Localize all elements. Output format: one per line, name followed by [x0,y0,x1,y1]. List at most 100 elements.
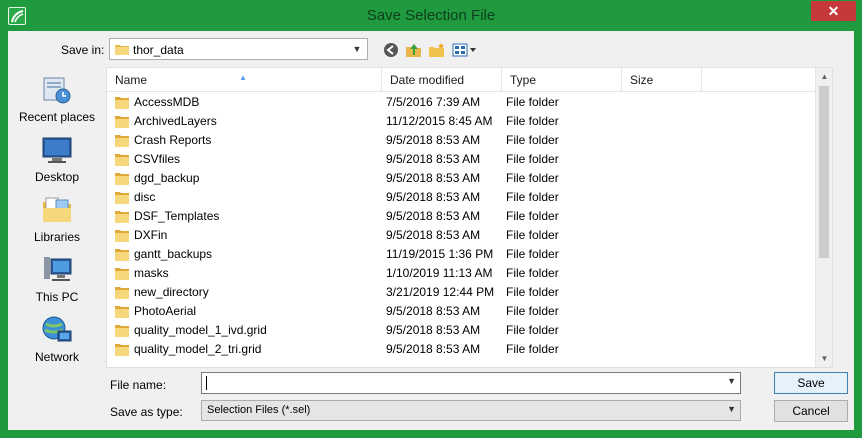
file-name-cell: masks [134,266,169,280]
up-folder-icon [406,44,421,57]
place-libraries[interactable]: Libraries [8,190,106,250]
type-cell: File folder [506,209,559,223]
type-cell: File folder [506,285,559,299]
type-cell: File folder [506,247,559,261]
file-row[interactable]: quality_model_1_ivd.grid 9/5/2018 8:53 AM… [107,321,832,340]
place-desktop[interactable]: Desktop [8,130,106,190]
window-title: Save Selection File [366,7,496,24]
date-modified-cell: 3/21/2019 12:44 PM [386,285,495,299]
date-modified-cell: 9/5/2018 8:53 AM [386,323,481,337]
file-row[interactable]: PhotoAerial 9/5/2018 8:53 AM File folder [107,302,832,321]
libraries-icon [43,197,71,222]
type-cell: File folder [506,323,559,337]
date-modified-cell: 9/5/2018 8:53 AM [386,190,481,204]
up-folder-button[interactable] [404,40,424,60]
view-menu-icon [452,43,476,57]
file-row[interactable]: AccessMDB 7/5/2016 7:39 AM File folder [107,93,832,112]
new-folder-button[interactable] [427,40,447,60]
type-cell: File folder [506,95,559,109]
file-row[interactable]: quality_model_2_tri.grid 9/5/2018 8:53 AM… [107,340,832,362]
file-name-cell: dgd_backup [134,171,200,185]
file-name-cell: AccessMDB [134,95,200,109]
file-row[interactable]: dgd_backup 9/5/2018 8:53 AM File folder [107,169,832,188]
file-name-cell: disc [134,190,156,204]
place-label: Libraries [33,230,81,244]
file-name-cell: ArchivedLayers [134,114,217,128]
column-header-date[interactable]: Date modified [382,68,502,92]
save-dialog: Save Selection File ✕ Save in: thor_data… [0,0,862,438]
scroll-down-arrow-icon[interactable]: ▼ [816,350,832,367]
file-list[interactable]: Name ▲ Date modified Type Size AccessMDB… [106,67,833,368]
chevron-down-icon[interactable]: ▼ [351,42,363,56]
date-modified-cell: 11/12/2015 8:45 AM [386,114,493,128]
file-name-input[interactable]: ▼ [201,372,741,394]
type-cell: File folder [506,342,559,356]
desktop-icon [42,137,72,163]
text-caret [206,376,207,390]
date-modified-cell: 7/5/2016 7:39 AM [386,95,481,109]
vertical-scrollbar[interactable]: ▲ ▼ [815,68,832,367]
date-modified-cell: 9/5/2018 8:53 AM [386,171,481,185]
save-button[interactable]: Save [774,372,848,394]
file-row[interactable]: gantt_backups 11/19/2015 1:36 PM File fold… [107,245,832,264]
view-menu-button[interactable] [451,40,479,60]
file-row[interactable]: disc 9/5/2018 8:53 AM File folder [107,188,832,207]
file-name-cell: CSVfiles [134,152,181,166]
title-bar[interactable]: Save Selection File ✕ [0,0,862,31]
chevron-down-icon[interactable]: ▼ [727,376,736,386]
place-recent-places[interactable]: Recent places [8,70,106,130]
network-icon [42,316,72,342]
dialog-client-area: Save in: thor_data ▼ Recent places Deskt… [8,31,854,430]
save-as-type-label: Save as type: [110,405,183,419]
place-this-pc[interactable]: This PC [8,250,106,310]
date-modified-cell: 9/5/2018 8:53 AM [386,342,481,356]
file-name-cell: PhotoAerial [134,304,197,318]
file-row[interactable]: Crash Reports 9/5/2018 8:53 AM File folder [107,131,832,150]
place-label: This PC [35,290,79,304]
new-folder-icon [429,43,444,57]
date-modified-cell: 9/5/2018 8:53 AM [386,228,481,242]
file-row[interactable]: new_directory 3/21/2019 12:44 PM File fold… [107,283,832,302]
column-header-size[interactable]: Size [622,68,702,92]
file-row[interactable]: CSVfiles 9/5/2018 8:53 AM File folder [107,150,832,169]
save-as-type-value: Selection Files (*.sel) [207,404,311,416]
column-label: Name [115,73,148,87]
place-network[interactable]: Network [8,310,106,370]
file-name-cell: quality_model_2_tri.grid [134,342,262,356]
date-modified-cell: 9/5/2018 8:53 AM [386,209,481,223]
place-label: Desktop [34,170,80,184]
cancel-button[interactable]: Cancel [774,400,848,422]
back-button[interactable] [381,40,401,60]
date-modified-cell: 1/10/2019 11:13 AM [386,266,493,280]
file-row[interactable]: ArchivedLayers 11/12/2015 8:45 AM File fol… [107,112,832,131]
folder-icon [115,43,129,58]
chevron-down-icon[interactable]: ▼ [727,404,736,414]
column-header-row: Name ▲ Date modified Type Size [107,68,832,92]
type-cell: File folder [506,304,559,318]
column-header-name[interactable]: Name ▲ [107,68,382,92]
type-cell: File folder [506,190,559,204]
save-as-type-combobox[interactable]: Selection Files (*.sel) ▼ [201,400,741,421]
file-row[interactable]: DXFin 9/5/2018 8:53 AM File folder [107,226,832,245]
type-cell: File folder [506,266,559,280]
save-in-label: Save in: [61,43,105,57]
type-cell: File folder [506,114,559,128]
file-name-cell: new_directory [134,285,209,299]
file-row[interactable]: masks 1/10/2019 11:13 AM File folder [107,264,832,283]
date-modified-cell: 9/5/2018 8:53 AM [386,152,481,166]
close-button[interactable]: ✕ [811,1,856,21]
scroll-thumb[interactable] [819,86,829,258]
file-row[interactable]: DSF_Templates 9/5/2018 8:53 AM File folder [107,207,832,226]
back-icon [384,43,398,57]
type-cell: File folder [506,133,559,147]
scroll-up-arrow-icon[interactable]: ▲ [816,68,832,85]
folder-icon [115,343,129,362]
type-cell: File folder [506,152,559,166]
this-pc-icon [44,257,72,281]
sort-ascending-icon: ▲ [239,73,247,82]
file-name-cell: Crash Reports [134,133,212,147]
column-header-type[interactable]: Type [502,68,622,92]
file-name-label: File name: [110,378,167,392]
type-cell: File folder [506,228,559,242]
save-in-combobox[interactable]: thor_data ▼ [109,38,368,60]
